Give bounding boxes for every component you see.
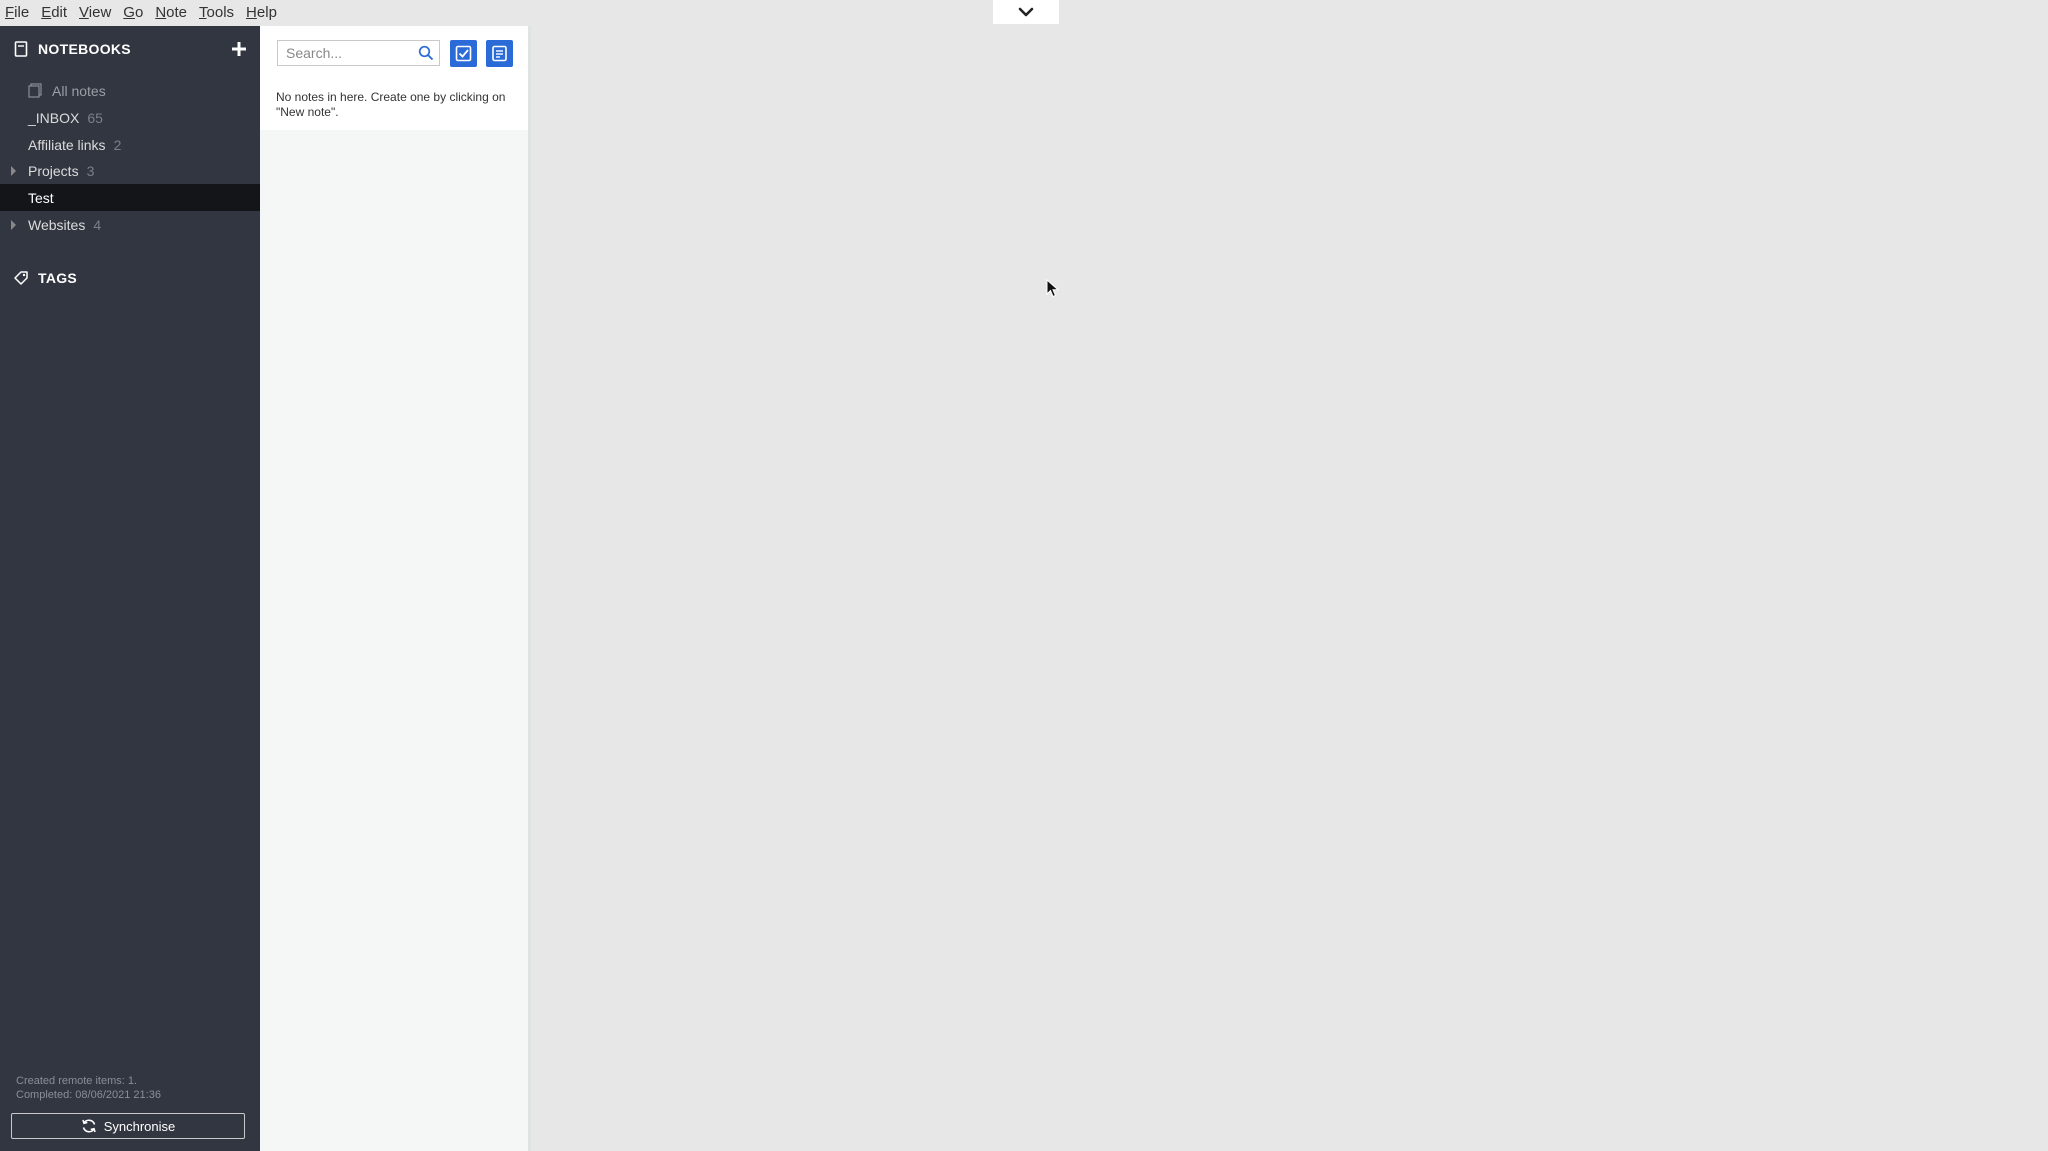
- note-list-header: No notes in here. Create one by clicking…: [260, 26, 528, 130]
- menu-view[interactable]: View: [73, 0, 117, 26]
- expand-caret-icon[interactable]: [11, 220, 16, 230]
- empty-notes-message: No notes in here. Create one by clicking…: [276, 90, 506, 119]
- new-note-button[interactable]: [486, 40, 513, 67]
- expand-caret-icon[interactable]: [11, 166, 16, 176]
- sync-status-line: Created remote items: 1.: [16, 1075, 138, 1087]
- note-count: 2: [113, 136, 122, 153]
- all-notes-icon: [28, 83, 42, 98]
- plus-icon: [232, 42, 246, 56]
- search-input[interactable]: [278, 41, 416, 65]
- sidebar-item-websites[interactable]: Websites 4: [0, 211, 260, 238]
- menu-file[interactable]: File: [0, 0, 35, 26]
- sync-status-line: Completed: 08/06/2021 21:36: [16, 1089, 161, 1101]
- menu-edit[interactable]: Edit: [35, 0, 73, 26]
- notebooks-header[interactable]: NOTEBOOKS: [0, 29, 260, 69]
- mouse-cursor-icon: [1046, 279, 1060, 298]
- note-count: 65: [87, 109, 103, 126]
- sync-status: Created remote items: 1. Completed: 08/0…: [16, 1074, 161, 1102]
- checkbox-icon: [455, 45, 472, 62]
- sidebar-item-affiliate-links[interactable]: Affiliate links 2: [0, 131, 260, 158]
- editor-area: [531, 26, 2048, 1151]
- menu-go[interactable]: Go: [117, 0, 149, 26]
- tags-header[interactable]: TAGS: [0, 258, 260, 298]
- chevron-down-icon: [1018, 7, 1034, 17]
- note-list-panel: No notes in here. Create one by clicking…: [260, 26, 528, 1151]
- notebook-icon: [14, 41, 28, 57]
- toggle-toolbar-button[interactable]: [993, 0, 1059, 24]
- tag-icon: [14, 271, 28, 285]
- search-box: [277, 40, 440, 66]
- sidebar-item-label: All notes: [52, 82, 106, 99]
- synchronise-label: Synchronise: [103, 1118, 176, 1134]
- sidebar-item-label: Projects: [28, 162, 79, 179]
- note-count: 3: [86, 162, 95, 179]
- sidebar-item-label: Test: [28, 189, 54, 206]
- menu-help[interactable]: Help: [240, 0, 283, 26]
- sidebar: NOTEBOOKS All notes _INBOX 65 Affiliate l…: [0, 26, 260, 1151]
- new-todo-button[interactable]: [450, 40, 477, 67]
- sidebar-item-label: Affiliate links: [28, 136, 106, 153]
- note-count: 4: [93, 216, 102, 233]
- sidebar-item-inbox[interactable]: _INBOX 65: [0, 104, 260, 131]
- sidebar-item-test[interactable]: Test: [0, 184, 260, 211]
- tags-title: TAGS: [38, 270, 78, 286]
- menu-note[interactable]: Note: [149, 0, 193, 26]
- menu-tools[interactable]: Tools: [193, 0, 240, 26]
- sidebar-item-label: _INBOX: [28, 109, 80, 126]
- search-icon[interactable]: [418, 45, 434, 61]
- synchronise-button[interactable]: Synchronise: [11, 1113, 245, 1139]
- sidebar-item-label: Websites: [28, 216, 86, 233]
- sidebar-item-projects[interactable]: Projects 3: [0, 157, 260, 184]
- add-notebook-button[interactable]: [228, 38, 250, 60]
- sync-icon: [81, 1119, 96, 1133]
- sidebar-item-all-notes[interactable]: All notes: [0, 77, 260, 104]
- notebooks-title: NOTEBOOKS: [38, 41, 131, 57]
- note-icon: [492, 45, 507, 62]
